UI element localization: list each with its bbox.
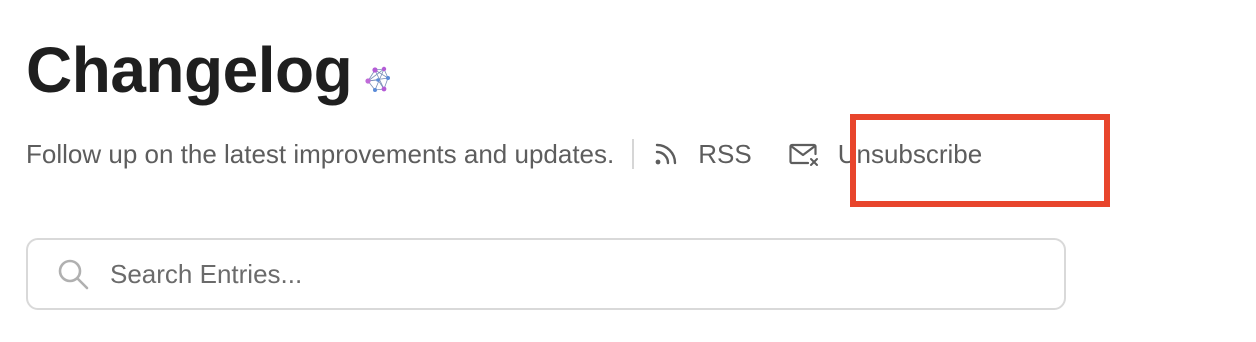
search-input[interactable] (110, 258, 1010, 290)
rss-icon (655, 143, 677, 165)
subtitle-row: Follow up on the latest improvements and… (26, 134, 982, 174)
page-subtitle: Follow up on the latest improvements and… (26, 138, 615, 169)
changelog-page: Changelog Follow up on the latest improv… (0, 0, 1256, 342)
search-box[interactable] (26, 238, 1066, 310)
unsubscribe-link[interactable]: Unsubscribe (788, 138, 983, 170)
title-row: Changelog (26, 38, 392, 102)
page-title: Changelog (26, 34, 353, 106)
rss-link[interactable]: RSS (652, 138, 752, 170)
divider (632, 139, 635, 169)
unsubscribe-label: Unsubscribe (837, 138, 983, 169)
network-logo-icon (365, 66, 391, 92)
mail-x-icon (789, 143, 818, 166)
rss-label: RSS (698, 138, 752, 169)
search-icon (58, 259, 89, 290)
